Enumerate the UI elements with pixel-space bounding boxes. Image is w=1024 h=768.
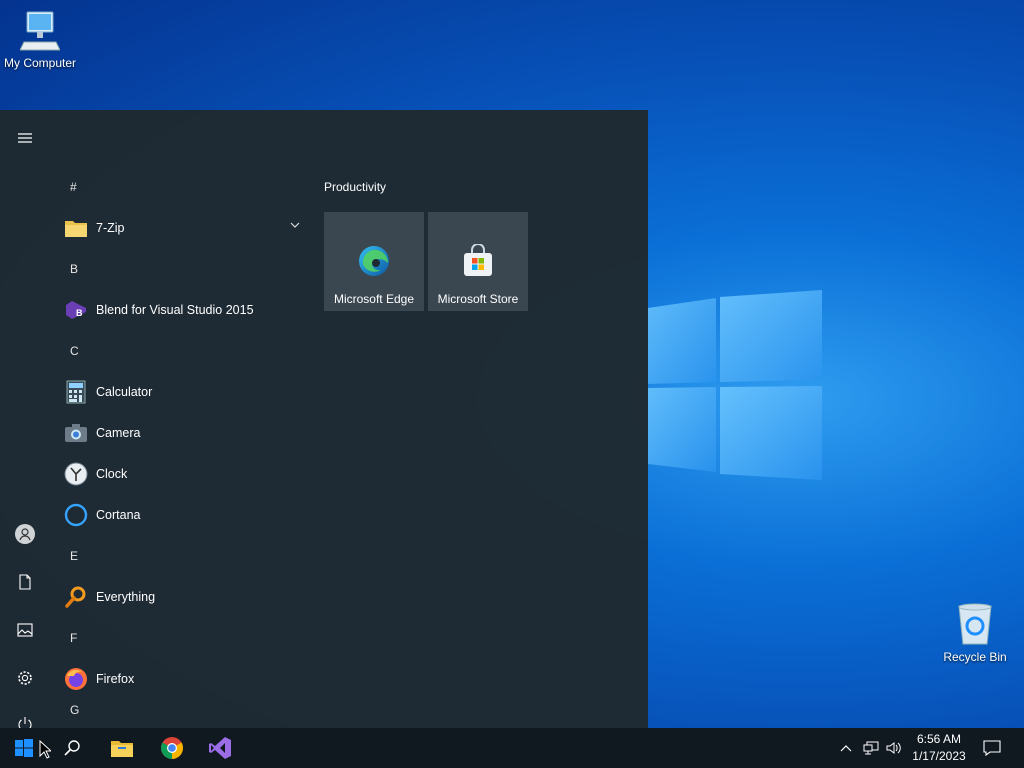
letter-header[interactable]: C: [50, 330, 310, 371]
app-label: 7-Zip: [96, 220, 125, 235]
network-icon: [863, 741, 879, 755]
chevron-down-icon[interactable]: [290, 221, 300, 229]
power-icon: [18, 717, 32, 728]
taskbar: 6:56 AM 1/17/2023: [0, 728, 1024, 768]
pictures-icon: [17, 623, 33, 637]
file-explorer-button[interactable]: [98, 728, 146, 768]
hamburger-menu-icon: [18, 133, 32, 143]
chevron-up-icon: [840, 745, 852, 752]
everything-icon: [64, 585, 88, 609]
app-item-camera[interactable]: Camera: [50, 412, 310, 453]
letter-label: #: [70, 179, 77, 194]
app-label: Calculator: [96, 384, 153, 399]
documents-button[interactable]: [0, 562, 50, 602]
tile-label: Microsoft Store: [437, 292, 519, 306]
power-button[interactable]: [0, 706, 50, 728]
app-item-clock[interactable]: Clock: [50, 453, 310, 494]
user-icon: [15, 524, 35, 544]
clock-icon: [64, 462, 88, 486]
app-item-7zip[interactable]: 7-Zip: [50, 207, 310, 248]
action-center-button[interactable]: [974, 728, 1010, 768]
letter-header[interactable]: G: [50, 699, 310, 719]
letter-label: E: [70, 548, 79, 563]
my-computer-label: My Computer: [3, 56, 77, 70]
search-icon: [64, 740, 80, 756]
computer-icon: [20, 11, 60, 51]
tile-microsoft-store[interactable]: Microsoft Store: [428, 212, 528, 311]
app-item-blend[interactable]: B Blend for Visual Studio 2015: [50, 289, 310, 330]
letter-label: B: [70, 261, 79, 276]
tile-microsoft-edge[interactable]: Microsoft Edge: [324, 212, 424, 311]
pictures-button[interactable]: [0, 610, 50, 650]
file-explorer-icon: [111, 741, 133, 757]
letter-header[interactable]: B: [50, 248, 310, 289]
firefox-icon: [64, 667, 88, 691]
app-item-cortana[interactable]: Cortana: [50, 494, 310, 535]
visual-studio-icon: [209, 737, 231, 759]
clock-time: 6:56 AM: [916, 732, 962, 746]
letter-header[interactable]: #: [50, 166, 310, 207]
recycle-bin-icon: [958, 603, 992, 645]
app-label: Everything: [96, 589, 156, 604]
recycle-bin-desktop-icon[interactable]: Recycle Bin: [934, 602, 1016, 664]
app-item-calculator[interactable]: Calculator: [50, 371, 310, 412]
search-button[interactable]: [48, 728, 96, 768]
tile-label: Microsoft Edge: [333, 292, 415, 306]
app-label: Clock: [96, 466, 128, 481]
chrome-icon: [161, 737, 183, 759]
network-tray-button[interactable]: [858, 728, 884, 768]
notification-icon: [983, 740, 1001, 756]
svg-text:B: B: [76, 308, 83, 318]
documents-icon: [19, 574, 31, 590]
letter-header[interactable]: F: [50, 617, 310, 658]
calculator-icon: [64, 380, 88, 404]
start-rail: [0, 110, 50, 728]
visual-studio-button[interactable]: [196, 728, 244, 768]
volume-tray-button[interactable]: [882, 728, 906, 768]
start-menu: # 7-Zip B B Blend for Visual Studio 2015…: [0, 110, 648, 728]
letter-label: G: [70, 703, 80, 717]
app-label: Cortana: [96, 507, 141, 522]
app-list: # 7-Zip B B Blend for Visual Studio 2015…: [50, 166, 310, 719]
recycle-bin-label: Recycle Bin: [943, 650, 1007, 664]
chrome-button[interactable]: [148, 728, 196, 768]
letter-header[interactable]: E: [50, 535, 310, 576]
tile-group-title[interactable]: Productivity: [324, 180, 386, 194]
letter-label: F: [70, 630, 78, 645]
volume-icon: [886, 742, 901, 754]
edge-icon: [359, 246, 389, 276]
blend-icon: B: [64, 298, 88, 322]
settings-icon: [18, 671, 32, 685]
camera-icon: [64, 421, 88, 445]
taskbar-clock[interactable]: 6:56 AM 1/17/2023: [906, 731, 972, 765]
folder-icon: [64, 216, 88, 240]
clock-date: 1/17/2023: [912, 749, 966, 763]
app-label: Camera: [96, 425, 141, 440]
cortana-icon: [64, 503, 88, 527]
mouse-cursor-icon: [39, 740, 51, 759]
app-item-firefox[interactable]: Firefox: [50, 658, 310, 699]
user-account-button[interactable]: [0, 514, 50, 554]
expand-menu-button[interactable]: [0, 118, 50, 158]
start-icon: [15, 739, 33, 757]
app-label: Blend for Visual Studio 2015: [96, 302, 254, 317]
show-hidden-icons-button[interactable]: [834, 728, 858, 768]
settings-button[interactable]: [0, 658, 50, 698]
app-label: Firefox: [96, 671, 135, 686]
windows-wallpaper-logo: [648, 290, 822, 480]
store-icon: [464, 244, 492, 276]
my-computer-desktop-icon[interactable]: My Computer: [0, 10, 80, 70]
letter-label: C: [70, 343, 79, 358]
app-item-everything[interactable]: Everything: [50, 576, 310, 617]
